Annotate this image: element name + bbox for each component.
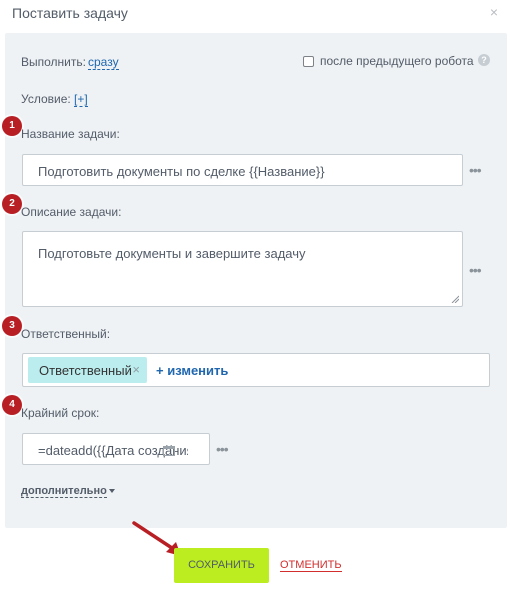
- resize-handle-icon[interactable]: [451, 295, 459, 303]
- deadline-input[interactable]: =dateadd({{Дата создания: [22, 433, 210, 465]
- close-icon[interactable]: ×: [490, 4, 498, 20]
- responsible-chip-label: Ответственный: [39, 363, 132, 378]
- chevron-down-icon[interactable]: [109, 489, 115, 493]
- task-description-textarea[interactable]: Подготовьте документы и завершите задачу: [22, 231, 463, 307]
- after-prev-robot-checkbox[interactable]: [303, 56, 314, 67]
- step-badge-1: 1: [2, 116, 22, 136]
- step-badge-4: 4: [2, 395, 22, 415]
- after-prev-robot-label: после предыдущего робота: [320, 54, 474, 68]
- help-icon[interactable]: ?: [478, 54, 490, 66]
- execute-timing-link[interactable]: сразу: [88, 55, 119, 70]
- remove-chip-icon[interactable]: ×: [132, 362, 140, 377]
- step-badge-2: 2: [2, 194, 22, 214]
- more-options-label: дополнительно: [21, 485, 107, 497]
- deadline-more-dots-icon[interactable]: •••: [216, 441, 229, 457]
- task-description-more-dots-icon[interactable]: •••: [469, 262, 482, 278]
- task-name-label: Название задачи:: [21, 127, 120, 141]
- dialog-title: Поставить задачу: [12, 5, 128, 21]
- calendar-icon[interactable]: [163, 445, 175, 456]
- task-name-value: Подготовить документы по сделке {{Назван…: [38, 164, 325, 179]
- dialog-header: Поставить задачу ×: [0, 0, 510, 28]
- task-description-label: Описание задачи:: [21, 205, 122, 219]
- more-options-link[interactable]: дополнительно: [21, 485, 107, 498]
- settings-panel: Выполнить: сразу после предыдущего робот…: [2, 33, 507, 528]
- condition-add-link[interactable]: [+]: [74, 92, 88, 107]
- responsible-label: Ответственный:: [21, 327, 111, 341]
- step-badge-3: 3: [2, 316, 22, 336]
- execute-label: Выполнить:: [21, 55, 86, 69]
- cancel-link[interactable]: ОТМЕНИТЬ: [280, 559, 342, 572]
- responsible-chip: Ответственный ×: [28, 357, 147, 383]
- task-description-value: Подготовьте документы и завершите задачу: [38, 246, 306, 261]
- condition-label: Условие:: [21, 92, 71, 106]
- task-name-input[interactable]: Подготовить документы по сделке {{Назван…: [22, 154, 463, 186]
- deadline-label: Крайний срок:: [21, 406, 100, 420]
- task-name-more-dots-icon[interactable]: •••: [469, 162, 482, 178]
- change-responsible-link[interactable]: + изменить: [156, 363, 228, 378]
- save-button[interactable]: СОХРАНИТЬ: [174, 548, 269, 583]
- responsible-field[interactable]: Ответственный × + изменить: [22, 353, 490, 387]
